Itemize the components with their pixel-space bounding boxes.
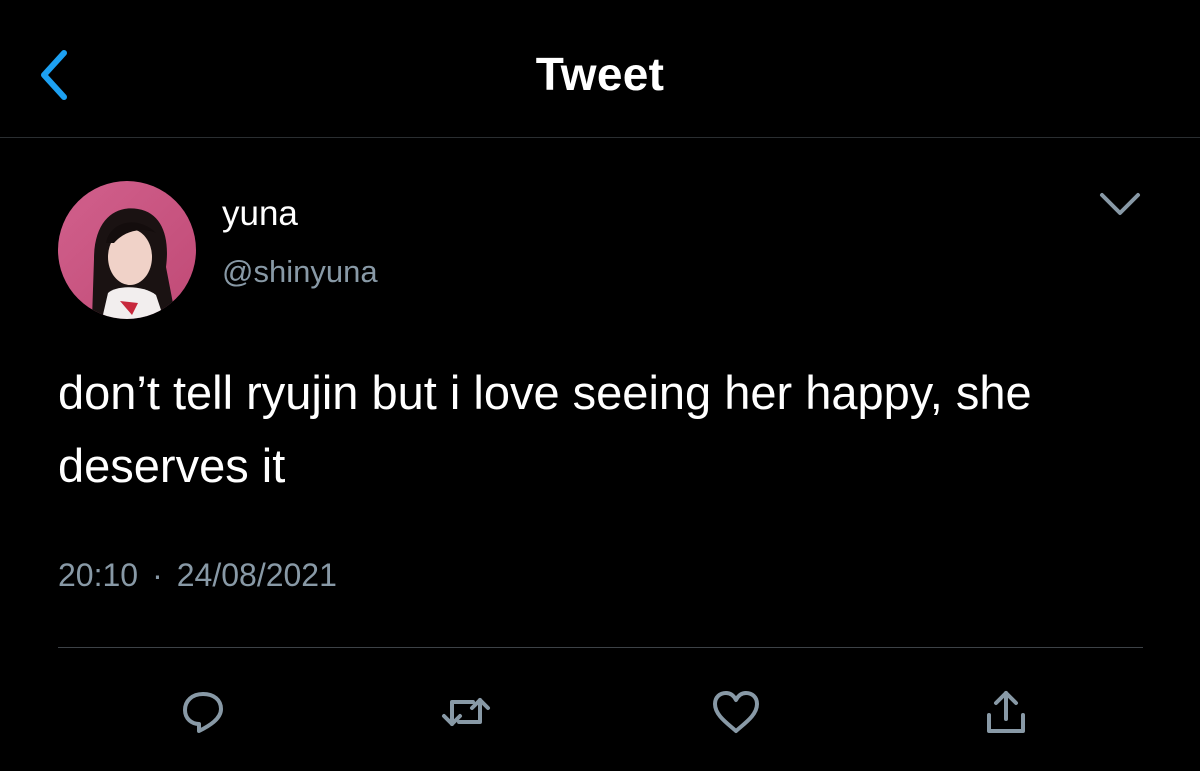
reply-icon bbox=[183, 692, 223, 733]
share-icon bbox=[987, 691, 1025, 733]
divider bbox=[58, 647, 1143, 648]
top-navigation-bar: Tweet bbox=[0, 0, 1200, 138]
tweet-timestamp: 20:10 · 24/08/2021 bbox=[58, 553, 337, 597]
author-display-name[interactable]: yuna bbox=[222, 193, 298, 235]
timestamp-separator: · bbox=[152, 557, 163, 593]
avatar[interactable] bbox=[58, 181, 196, 319]
tweet-text: don’t tell ryujin but i love seeing her … bbox=[58, 366, 1032, 492]
more-options-button[interactable] bbox=[1092, 184, 1148, 224]
retweet-icon bbox=[442, 698, 490, 726]
avatar-image bbox=[58, 181, 196, 319]
like-button[interactable] bbox=[706, 684, 766, 740]
retweet-button[interactable] bbox=[436, 684, 496, 740]
tweet-date: 24/08/2021 bbox=[176, 557, 337, 593]
heart-icon bbox=[713, 691, 759, 733]
tweet-time: 20:10 bbox=[58, 557, 139, 593]
chevron-down-icon bbox=[1100, 193, 1140, 215]
share-button[interactable] bbox=[976, 684, 1036, 740]
page-title: Tweet bbox=[535, 48, 665, 100]
author-handle[interactable]: @shinyuna bbox=[222, 252, 378, 292]
reply-button[interactable] bbox=[173, 684, 233, 740]
